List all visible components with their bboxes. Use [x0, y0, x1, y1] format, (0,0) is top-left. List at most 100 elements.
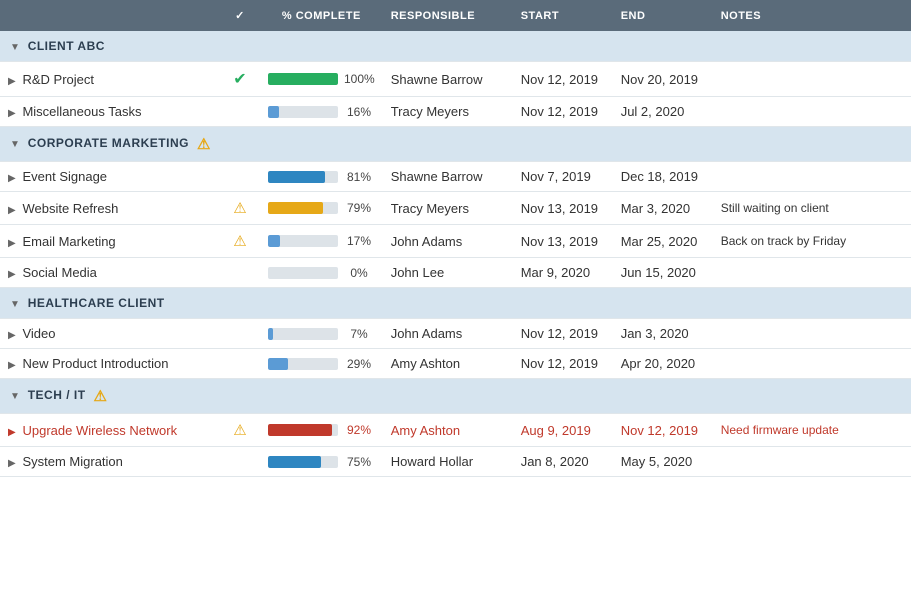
- task-notes-rd-project: [713, 62, 911, 97]
- task-name-text: Video: [22, 326, 55, 341]
- progress-bar-bg: [268, 424, 338, 436]
- task-name-text: Miscellaneous Tasks: [22, 104, 141, 119]
- task-complete-misc-tasks: 16%: [260, 97, 383, 127]
- header-complete: % Complete: [260, 0, 383, 31]
- group-label-corporate-marketing: ▼ CORPORATE MARKETING⚠: [0, 127, 911, 162]
- warning-icon: ⚠: [233, 233, 246, 250]
- task-notes-new-product-intro: [713, 349, 911, 379]
- task-name-new-product-intro: ▶ New Product Introduction: [0, 349, 220, 379]
- pct-label: 7%: [344, 327, 374, 341]
- task-name-rd-project: ▶ R&D Project: [0, 62, 220, 97]
- task-start-upgrade-wireless: Aug 9, 2019: [513, 414, 613, 447]
- task-notes-event-signage: [713, 162, 911, 192]
- progress-bar-bg: [268, 235, 338, 247]
- task-end-system-migration: May 5, 2020: [613, 447, 713, 477]
- pct-label: 0%: [344, 266, 374, 280]
- pct-label: 16%: [344, 105, 374, 119]
- task-start-rd-project: Nov 12, 2019: [513, 62, 613, 97]
- task-expand-arrow[interactable]: ▶: [8, 330, 18, 341]
- task-responsible-upgrade-wireless: Amy Ashton: [383, 414, 513, 447]
- task-row-website-refresh: ▶ Website Refresh⚠79%Tracy MeyersNov 13,…: [0, 192, 911, 225]
- group-header-tech-it[interactable]: ▼ TECH / IT⚠: [0, 379, 911, 414]
- task-notes-website-refresh: Still waiting on client: [713, 192, 911, 225]
- end-col-label: End: [621, 10, 646, 22]
- pct-label: 81%: [344, 170, 374, 184]
- pct-label: 17%: [344, 234, 374, 248]
- task-check-event-signage: [220, 162, 260, 192]
- group-collapse-arrow[interactable]: ▼: [10, 391, 24, 402]
- task-name-misc-tasks: ▶ Miscellaneous Tasks: [0, 97, 220, 127]
- task-complete-upgrade-wireless: 92%: [260, 414, 383, 447]
- task-name-text: System Migration: [22, 454, 122, 469]
- task-responsible-rd-project: Shawne Barrow: [383, 62, 513, 97]
- task-notes-social-media: [713, 258, 911, 288]
- progress-bar-bg: [268, 358, 338, 370]
- task-responsible-event-signage: Shawne Barrow: [383, 162, 513, 192]
- task-start-system-migration: Jan 8, 2020: [513, 447, 613, 477]
- header-name: [0, 0, 220, 31]
- task-end-video: Jan 3, 2020: [613, 319, 713, 349]
- task-responsible-website-refresh: Tracy Meyers: [383, 192, 513, 225]
- task-responsible-new-product-intro: Amy Ashton: [383, 349, 513, 379]
- task-expand-arrow[interactable]: ▶: [8, 360, 18, 371]
- task-expand-arrow[interactable]: ▶: [8, 238, 18, 249]
- task-start-email-marketing: Nov 13, 2019: [513, 225, 613, 258]
- responsible-col-label: Responsible: [391, 10, 475, 22]
- complete-col-label: % Complete: [282, 10, 361, 22]
- task-responsible-email-marketing: John Adams: [383, 225, 513, 258]
- task-check-upgrade-wireless: ⚠: [220, 414, 260, 447]
- task-expand-arrow[interactable]: ▶: [8, 269, 18, 280]
- task-check-system-migration: [220, 447, 260, 477]
- progress-bar-fill: [268, 202, 323, 214]
- group-collapse-arrow[interactable]: ▼: [10, 299, 24, 310]
- group-name-text: CORPORATE MARKETING: [28, 136, 189, 150]
- task-expand-arrow[interactable]: ▶: [8, 108, 18, 119]
- task-start-misc-tasks: Nov 12, 2019: [513, 97, 613, 127]
- task-name-text: Event Signage: [22, 169, 107, 184]
- task-check-email-marketing: ⚠: [220, 225, 260, 258]
- task-row-new-product-intro: ▶ New Product Introduction29%Amy AshtonN…: [0, 349, 911, 379]
- pct-label: 75%: [344, 455, 374, 469]
- pct-label: 92%: [344, 423, 374, 437]
- task-complete-email-marketing: 17%: [260, 225, 383, 258]
- progress-bar-fill: [268, 424, 332, 436]
- group-collapse-arrow[interactable]: ▼: [10, 139, 24, 150]
- task-row-system-migration: ▶ System Migration 75% Howard HollarJan 8,…: [0, 447, 911, 477]
- pct-label: 100%: [344, 72, 375, 86]
- task-expand-arrow[interactable]: ▶: [8, 427, 18, 438]
- group-header-client-abc[interactable]: ▼ CLIENT ABC: [0, 31, 911, 62]
- task-row-video: ▶ Video7%John AdamsNov 12, 2019Jan 3, 20…: [0, 319, 911, 349]
- group-name-text: CLIENT ABC: [28, 39, 105, 53]
- task-notes-upgrade-wireless: Need firmware update: [713, 414, 911, 447]
- task-responsible-system-migration: Howard Hollar: [383, 447, 513, 477]
- task-row-social-media: ▶ Social Media0%John LeeMar 9, 2020Jun 1…: [0, 258, 911, 288]
- header-check: ✓: [220, 0, 260, 31]
- group-header-healthcare-client[interactable]: ▼ HEALTHCARE CLIENT: [0, 288, 911, 319]
- group-header-corporate-marketing[interactable]: ▼ CORPORATE MARKETING⚠: [0, 127, 911, 162]
- task-notes-system-migration: [713, 447, 911, 477]
- task-expand-arrow[interactable]: ▶: [8, 458, 18, 469]
- task-end-event-signage: Dec 18, 2019: [613, 162, 713, 192]
- task-check-rd-project: ✔: [220, 62, 260, 97]
- task-name-text: Website Refresh: [22, 201, 118, 216]
- task-expand-arrow[interactable]: ▶: [8, 173, 18, 184]
- task-responsible-video: John Adams: [383, 319, 513, 349]
- task-responsible-misc-tasks: Tracy Meyers: [383, 97, 513, 127]
- group-collapse-arrow[interactable]: ▼: [10, 42, 24, 53]
- task-end-upgrade-wireless: Nov 12, 2019: [613, 414, 713, 447]
- progress-bar-fill: [268, 235, 280, 247]
- task-name-text: Social Media: [22, 265, 96, 280]
- task-expand-arrow[interactable]: ▶: [8, 76, 18, 87]
- task-expand-arrow[interactable]: ▶: [8, 205, 18, 216]
- progress-bar-fill: [268, 358, 288, 370]
- task-responsible-social-media: John Lee: [383, 258, 513, 288]
- task-end-rd-project: Nov 20, 2019: [613, 62, 713, 97]
- progress-bar-bg: [268, 202, 338, 214]
- progress-bar-bg: [268, 328, 338, 340]
- group-label-healthcare-client: ▼ HEALTHCARE CLIENT: [0, 288, 911, 319]
- start-col-label: Start: [521, 10, 559, 22]
- task-name-social-media: ▶ Social Media: [0, 258, 220, 288]
- notes-col-label: Notes: [721, 10, 761, 22]
- group-name-text: HEALTHCARE CLIENT: [28, 296, 165, 310]
- task-check-new-product-intro: [220, 349, 260, 379]
